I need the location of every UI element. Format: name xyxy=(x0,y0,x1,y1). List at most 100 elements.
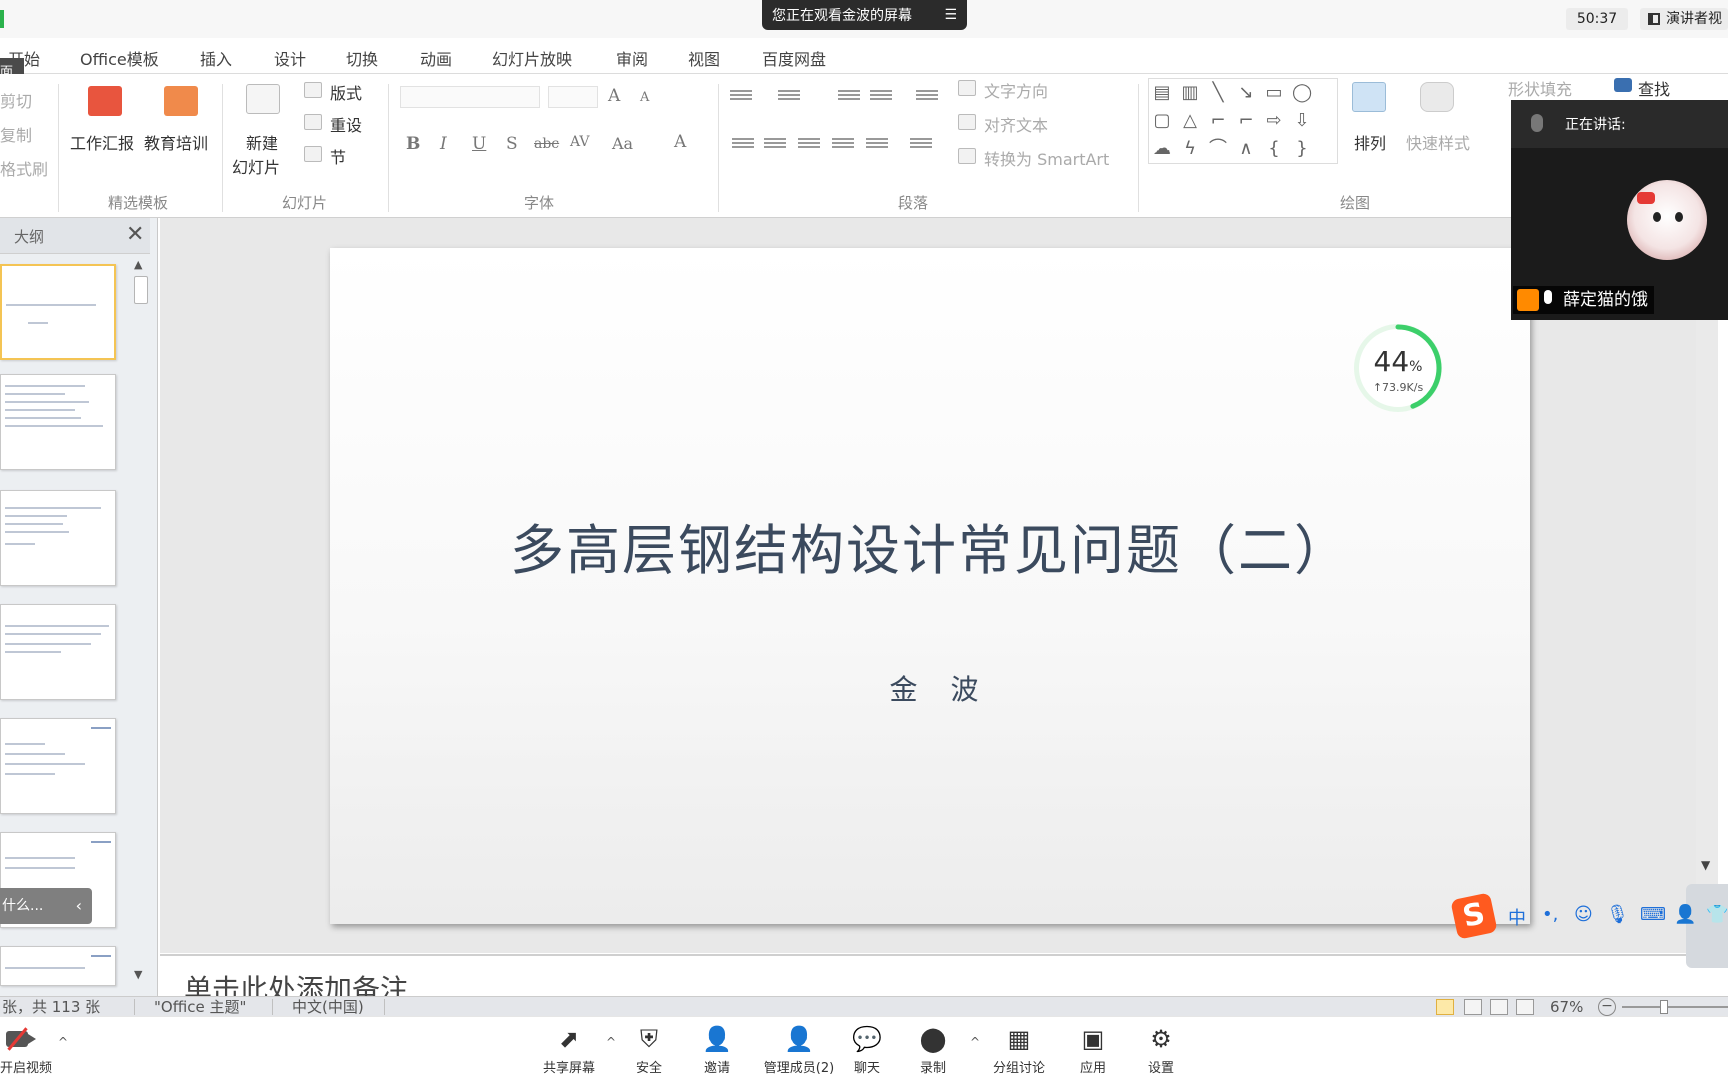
columns-icon[interactable] xyxy=(910,136,932,152)
sogou-logo-icon[interactable]: S xyxy=(1450,892,1498,940)
chevron-left-icon[interactable]: ‹ xyxy=(76,888,82,924)
arrange-icon[interactable] xyxy=(1352,82,1386,112)
outline-tab[interactable]: 大纲 xyxy=(14,226,44,247)
zoom-level[interactable]: 67% xyxy=(1550,997,1583,1017)
slideshow-view-icon[interactable] xyxy=(1516,999,1534,1015)
right-arrow-shape-icon[interactable]: ⇨ xyxy=(1264,112,1284,130)
arrow-line-icon[interactable]: ↘ xyxy=(1236,84,1256,102)
justify-icon[interactable] xyxy=(832,136,854,152)
shadow-icon[interactable]: S xyxy=(506,134,518,154)
char-spacing-icon[interactable]: AV xyxy=(570,134,590,150)
slide-thumbnail-7[interactable] xyxy=(0,946,116,986)
down-arrow-shape-icon[interactable]: ⇩ xyxy=(1292,112,1312,130)
tab-view[interactable]: 视图 xyxy=(688,46,720,70)
normal-view-icon[interactable] xyxy=(1436,999,1454,1015)
tab-slideshow[interactable]: 幻灯片放映 xyxy=(492,46,572,70)
chevron-up-icon[interactable]: ^ xyxy=(970,1035,980,1049)
right-brace-icon[interactable]: } xyxy=(1292,140,1312,158)
zoom-out-icon[interactable]: − xyxy=(1598,998,1616,1016)
decrease-indent-icon[interactable] xyxy=(838,88,860,104)
new-slide-icon[interactable] xyxy=(246,84,280,114)
tab-review[interactable]: 审阅 xyxy=(616,46,648,70)
change-case-icon[interactable]: Aa xyxy=(612,134,633,153)
record-button[interactable]: ⬤ 录制 xyxy=(896,1025,970,1076)
security-button[interactable]: ⛨ 安全 xyxy=(612,1025,686,1076)
camera-off-icon[interactable] xyxy=(6,1027,36,1051)
slide-thumbnail-2[interactable] xyxy=(0,374,116,470)
chat-button[interactable]: 💬 聊天 xyxy=(830,1025,904,1076)
tab-transitions[interactable]: 切换 xyxy=(346,46,378,70)
underline-icon[interactable]: U xyxy=(472,134,486,154)
format-painter-button[interactable]: 格式刷 xyxy=(0,156,48,180)
speaker-view-button[interactable]: 演讲者视 xyxy=(1640,8,1728,30)
language-indicator[interactable]: 中文(中国) xyxy=(292,997,364,1017)
ime-toolbar[interactable]: S 中 •, ☺ 🎙 ⌨ 👤 👕 xyxy=(1450,892,1728,940)
menu-icon[interactable]: ☰ xyxy=(944,7,957,23)
reset-button[interactable]: 重设 xyxy=(330,112,362,136)
slide-thumbnail-5[interactable] xyxy=(0,718,116,814)
user-icon[interactable]: 👤 xyxy=(1674,904,1696,925)
work-report-button[interactable]: 工作汇报 xyxy=(70,130,134,154)
search-floating-button[interactable]: 什么... ‹ xyxy=(0,888,92,924)
zoom-slider[interactable] xyxy=(1622,1006,1728,1008)
grow-font-icon[interactable]: A xyxy=(608,86,620,106)
slide-title[interactable]: 多高层钢结构设计常见问题（二） xyxy=(330,506,1530,585)
education-icon[interactable] xyxy=(164,86,198,116)
tab-animations[interactable]: 动画 xyxy=(420,46,452,70)
cut-button[interactable]: 剪切 xyxy=(0,88,32,112)
strikethrough-icon[interactable]: abc xyxy=(534,136,559,152)
apps-button[interactable]: ▣ 应用 xyxy=(1056,1025,1130,1076)
editor-vertical-scrollbar[interactable]: ▼ xyxy=(1696,218,1718,953)
ime-language-toggle[interactable]: 中 xyxy=(1508,904,1526,930)
slide-thumbnail-4[interactable] xyxy=(0,604,116,700)
align-center-icon[interactable] xyxy=(764,136,786,152)
rounded-rect-icon[interactable]: ▢ xyxy=(1152,112,1172,130)
outline-scrollbar[interactable]: ▲ ▼ xyxy=(132,258,150,984)
breakout-rooms-button[interactable]: ▦ 分组讨论 xyxy=(982,1025,1056,1076)
arc-shape-icon[interactable]: ⌒ xyxy=(1208,140,1228,158)
shape-fill-button[interactable]: 形状填充 xyxy=(1508,76,1572,100)
left-brace-icon[interactable]: { xyxy=(1264,140,1284,158)
tab-insert[interactable]: 插入 xyxy=(200,46,232,70)
section-button[interactable]: 节 xyxy=(330,144,346,168)
notes-placeholder[interactable]: 单击此处添加备注 xyxy=(184,968,408,996)
numbering-icon[interactable] xyxy=(778,88,800,104)
text-direction-button[interactable]: 文字方向 xyxy=(984,78,1048,102)
slide-thumbnail-3[interactable] xyxy=(0,490,116,586)
education-button[interactable]: 教育培训 xyxy=(144,130,208,154)
slide-sorter-icon[interactable] xyxy=(1464,999,1482,1015)
copy-button[interactable]: 复制 xyxy=(0,122,32,146)
close-icon[interactable]: ✕ xyxy=(126,222,144,247)
work-report-icon[interactable] xyxy=(88,86,122,116)
line-shape-icon[interactable]: ╲ xyxy=(1208,84,1228,102)
new-slide-label-2[interactable]: 幻灯片 xyxy=(232,154,280,178)
share-screen-button[interactable]: ⬈ 共享屏幕 xyxy=(532,1025,606,1076)
ime-punctuation-toggle[interactable]: •, xyxy=(1542,904,1558,925)
bullets-icon[interactable] xyxy=(730,88,752,104)
elbow-connector-icon[interactable]: ⌐ xyxy=(1208,112,1228,130)
curve-shape-icon[interactable]: ∧ xyxy=(1236,140,1256,158)
reading-view-icon[interactable] xyxy=(1490,999,1508,1015)
font-name-select[interactable] xyxy=(400,86,540,108)
current-slide[interactable]: 多高层钢结构设计常见问题（二） 金 波 xyxy=(330,248,1530,924)
vertical-textbox-icon[interactable]: ▥ xyxy=(1180,84,1200,102)
scroll-down-icon[interactable]: ▼ xyxy=(134,968,142,981)
align-left-icon[interactable] xyxy=(732,136,754,152)
align-right-icon[interactable] xyxy=(798,136,820,152)
italic-icon[interactable]: I xyxy=(440,134,447,154)
tab-baidu-netdisk[interactable]: 百度网盘 xyxy=(762,46,826,70)
distributed-icon[interactable] xyxy=(866,136,888,152)
bold-icon[interactable]: B xyxy=(406,134,420,154)
triangle-shape-icon[interactable]: △ xyxy=(1180,112,1200,130)
microphone-icon[interactable]: 🎙 xyxy=(1606,904,1629,925)
shrink-font-icon[interactable]: A xyxy=(640,90,649,105)
tab-design[interactable]: 设计 xyxy=(274,46,306,70)
chevron-up-icon[interactable]: ^ xyxy=(58,1035,68,1049)
rectangle-shape-icon[interactable]: ▭ xyxy=(1264,84,1284,102)
emoji-icon[interactable]: ☺ xyxy=(1574,904,1593,925)
skin-icon[interactable]: 👕 xyxy=(1706,904,1728,925)
textbox-shape-icon[interactable]: ▤ xyxy=(1152,84,1172,102)
invite-button[interactable]: 👤 邀请 xyxy=(680,1025,754,1076)
keyboard-icon[interactable]: ⌨ xyxy=(1640,904,1666,925)
lightning-shape-icon[interactable]: ϟ xyxy=(1180,140,1200,158)
